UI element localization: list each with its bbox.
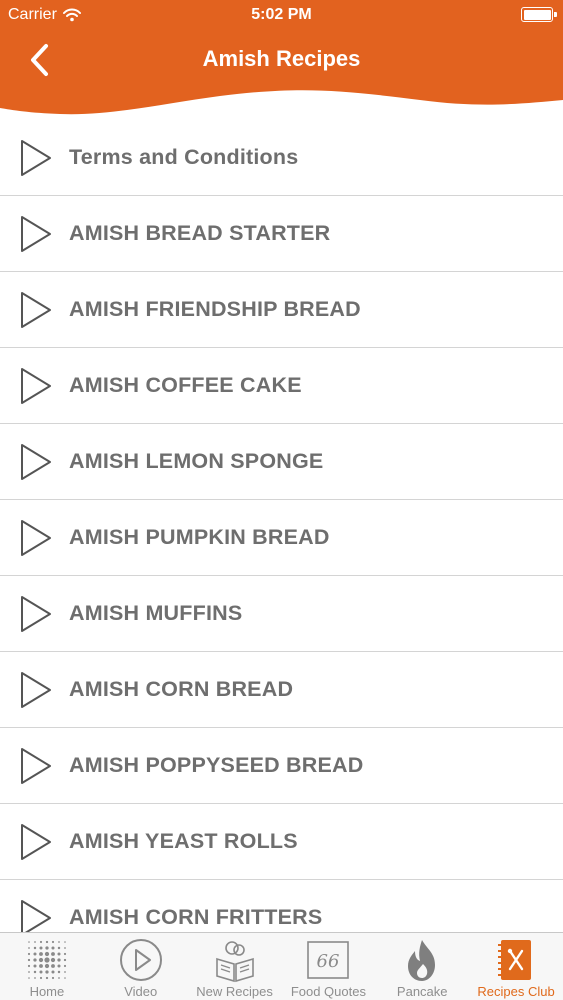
play-outline-icon — [21, 215, 51, 252]
play-outline-icon — [21, 671, 51, 708]
play-circle-icon — [119, 939, 162, 981]
tab-label: New Recipes — [196, 984, 273, 999]
tab-food-quotes[interactable]: 66 Food Quotes — [281, 933, 375, 1000]
play-outline-icon — [21, 595, 51, 632]
tab-label: Recipes Club — [477, 984, 555, 999]
list-item[interactable]: Terms and Conditions — [0, 120, 563, 196]
list-item-label: AMISH CORN BREAD — [69, 677, 294, 701]
tab-recipes-club[interactable]: Recipes Club — [469, 933, 563, 1000]
play-outline-icon — [21, 823, 51, 860]
play-outline-icon — [21, 139, 51, 176]
list-item-label: AMISH MUFFINS — [69, 601, 243, 625]
list-item[interactable]: AMISH LEMON SPONGE — [0, 424, 563, 500]
quote-icon: 66 — [307, 941, 350, 979]
play-outline-icon — [21, 291, 51, 328]
play-outline-icon — [21, 519, 51, 556]
status-bar: Carrier 5:02 PM — [0, 0, 563, 30]
tab-label: Food Quotes — [290, 984, 366, 999]
recipe-list: Terms and Conditions AMISH BREAD STARTER A… — [0, 120, 563, 956]
play-outline-icon — [21, 367, 51, 404]
play-outline-icon — [21, 747, 51, 784]
list-item[interactable]: AMISH YEAST ROLLS — [0, 804, 563, 880]
tab-home[interactable]: Home — [0, 933, 94, 1000]
tab-label: Pancake — [396, 984, 448, 999]
list-item[interactable]: AMISH COFFEE CAKE — [0, 348, 563, 424]
list-item-label: AMISH CORN FRITTERS — [69, 905, 323, 929]
tab-bar: Home Video New Recipes 66 Food Quotes Pa… — [0, 932, 563, 1000]
list-item[interactable]: AMISH PUMPKIN BREAD — [0, 500, 563, 576]
tab-label: Home — [29, 984, 65, 999]
list-item[interactable]: AMISH CORN BREAD — [0, 652, 563, 728]
list-item-label: AMISH POPPYSEED BREAD — [69, 753, 364, 777]
list-item[interactable]: AMISH MUFFINS — [0, 576, 563, 652]
list-item[interactable]: AMISH BREAD STARTER — [0, 196, 563, 272]
list-item-label: AMISH YEAST ROLLS — [69, 829, 298, 853]
flame-icon — [408, 940, 436, 981]
list-item-label: Terms and Conditions — [69, 145, 299, 169]
status-time: 5:02 PM — [251, 6, 312, 23]
tab-video[interactable]: Video — [94, 933, 188, 1000]
quote-icon-text: 66 — [317, 951, 340, 972]
list-item-label: AMISH FRIENDSHIP BREAD — [69, 297, 361, 321]
recipe-book-icon — [498, 940, 532, 980]
book-reader-icon — [215, 941, 254, 983]
list-item[interactable]: AMISH POPPYSEED BREAD — [0, 728, 563, 804]
battery-icon — [521, 7, 557, 22]
list-item-label: AMISH COFFEE CAKE — [69, 373, 302, 397]
page-title: Amish Recipes — [202, 46, 361, 71]
tab-pancake[interactable]: Pancake — [375, 933, 469, 1000]
list-item-label: AMISH LEMON SPONGE — [69, 449, 324, 473]
list-item-label: AMISH PUMPKIN BREAD — [69, 525, 330, 549]
list-item[interactable]: AMISH FRIENDSHIP BREAD — [0, 272, 563, 348]
tab-label: Video — [124, 984, 158, 999]
nav-header: Carrier 5:02 PM Amish Recipes — [0, 0, 563, 120]
dots-grid-icon — [27, 940, 67, 980]
list-item-label: AMISH BREAD STARTER — [69, 221, 331, 245]
play-outline-icon — [21, 443, 51, 480]
tab-new-recipes[interactable]: New Recipes — [188, 933, 282, 1000]
